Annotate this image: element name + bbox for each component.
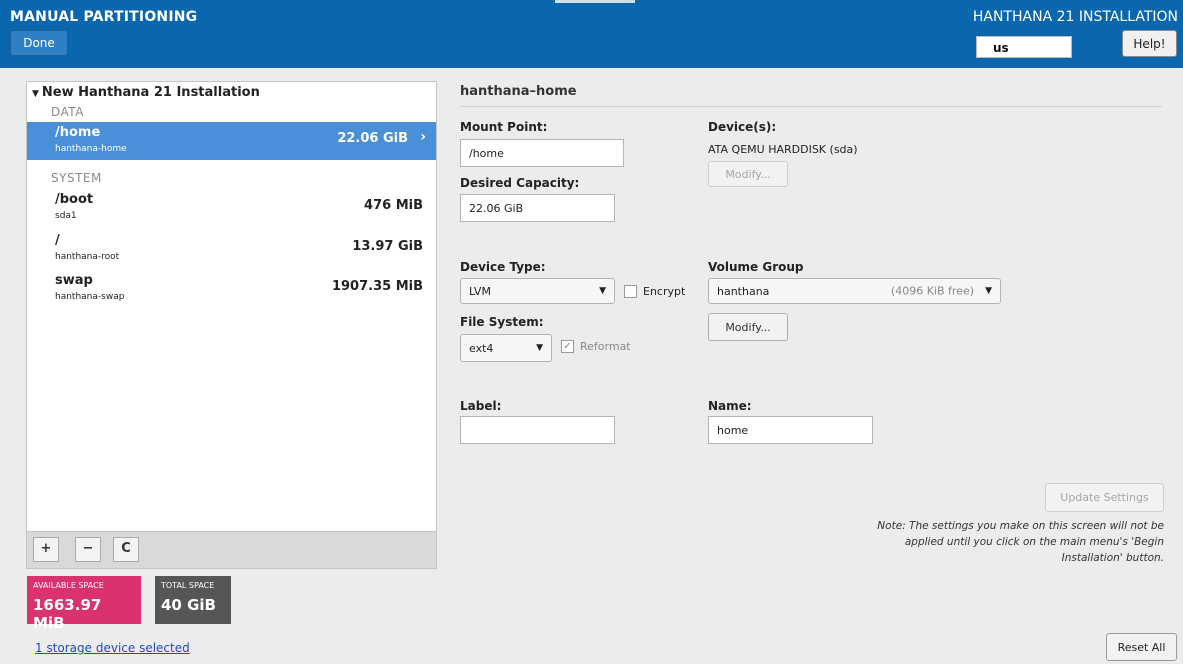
settings-note: Note: The settings you make on this scre… bbox=[877, 520, 1164, 564]
partition-toolbar: + − C bbox=[27, 531, 436, 568]
divider bbox=[460, 106, 1162, 107]
name-input[interactable]: home bbox=[708, 416, 873, 444]
group-label-system: SYSTEM bbox=[51, 171, 102, 185]
remove-partition-button[interactable]: − bbox=[75, 537, 101, 562]
reformat-label: Reformat bbox=[580, 340, 631, 353]
partition-mount: / bbox=[55, 233, 60, 248]
page-title: MANUAL PARTITIONING bbox=[10, 9, 198, 25]
add-partition-button[interactable]: + bbox=[33, 537, 59, 562]
selected-partition-title: hanthana–home bbox=[460, 84, 577, 99]
device-type-label: Device Type: bbox=[460, 260, 546, 274]
desired-capacity-input[interactable]: 22.06 GiB bbox=[460, 194, 615, 222]
partition-device: hanthana-root bbox=[55, 252, 120, 262]
mount-point-input[interactable]: /home bbox=[460, 139, 624, 167]
partition-row-swap[interactable]: swap hanthana-swap 1907.35 MiB bbox=[27, 270, 436, 308]
encrypt-label: Encrypt bbox=[643, 285, 686, 298]
file-system-select[interactable]: ext4 ▼ bbox=[460, 334, 552, 362]
refresh-button[interactable]: C bbox=[113, 537, 139, 562]
partition-row-root[interactable]: / hanthana-root 13.97 GiB bbox=[27, 230, 436, 268]
available-space-badge: AVAILABLE SPACE 1663.97 MiB bbox=[27, 576, 141, 632]
name-field-label: Name: bbox=[708, 399, 752, 413]
label-input[interactable] bbox=[460, 416, 615, 444]
device-modify-button[interactable]: Modify... bbox=[708, 161, 788, 187]
total-space-label: TOTAL SPACE bbox=[161, 581, 215, 590]
expander-icon[interactable]: ▼ bbox=[32, 89, 39, 99]
label-field-label: Label: bbox=[460, 399, 502, 413]
partition-size: 22.06 GiB bbox=[337, 131, 408, 146]
chevron-right-icon: › bbox=[420, 129, 426, 145]
mount-point-label: Mount Point: bbox=[460, 120, 548, 134]
group-label-data: DATA bbox=[51, 105, 84, 119]
partition-size: 13.97 GiB bbox=[352, 239, 423, 254]
encrypt-checkbox[interactable] bbox=[624, 285, 637, 298]
partition-device: sda1 bbox=[55, 211, 77, 221]
partition-row-boot[interactable]: /boot sda1 476 MiB bbox=[27, 189, 436, 227]
volume-group-label: Volume Group bbox=[708, 260, 804, 274]
total-space-badge: TOTAL SPACE 40 GiB bbox=[155, 576, 231, 624]
installation-title: New Hanthana 21 Installation bbox=[41, 85, 260, 100]
device-type-value: LVM bbox=[469, 284, 491, 298]
devices-label: Device(s): bbox=[708, 120, 777, 134]
done-button[interactable]: Done bbox=[10, 30, 68, 56]
reformat-checkbox[interactable]: ✓ bbox=[561, 340, 574, 353]
volume-group-value: hanthana bbox=[717, 284, 770, 298]
partition-row-home[interactable]: /home hanthana-home 22.06 GiB › bbox=[27, 122, 436, 160]
available-space-label: AVAILABLE SPACE bbox=[33, 581, 104, 590]
total-space-value: 40 GiB bbox=[161, 596, 216, 614]
dropdown-arrow-icon: ▼ bbox=[536, 343, 543, 353]
volume-group-free: (4096 KiB free) bbox=[890, 284, 974, 298]
help-button[interactable]: Help! bbox=[1122, 30, 1177, 57]
partition-size: 476 MiB bbox=[364, 198, 423, 213]
header-bar: MANUAL PARTITIONING Done HANTHANA 21 INS… bbox=[0, 0, 1183, 68]
partition-mount: /boot bbox=[55, 192, 94, 207]
installation-header[interactable]: ▼ New Hanthana 21 Installation bbox=[32, 85, 260, 100]
devices-value: ATA QEMU HARDDISK (sda) bbox=[708, 143, 858, 156]
partition-tree-panel: ▼ New Hanthana 21 Installation DATA /home… bbox=[26, 81, 437, 569]
dropdown-arrow-icon: ▼ bbox=[599, 286, 606, 296]
partition-device: hanthana-home bbox=[55, 144, 127, 154]
volume-group-select[interactable]: hanthana (4096 KiB free) ▼ bbox=[708, 278, 1001, 304]
partition-mount: /home bbox=[55, 125, 101, 140]
storage-device-link[interactable]: 1 storage device selected bbox=[35, 641, 190, 655]
volume-group-modify-button[interactable]: Modify... bbox=[708, 313, 788, 341]
installer-title: HANTHANA 21 INSTALLATION bbox=[972, 9, 1178, 25]
file-system-label: File System: bbox=[460, 315, 544, 329]
partition-device: hanthana-swap bbox=[55, 292, 125, 302]
keyboard-layout-indicator[interactable]: us bbox=[976, 36, 1072, 58]
partition-mount: swap bbox=[55, 273, 93, 288]
device-type-select[interactable]: LVM ▼ bbox=[460, 278, 615, 304]
desired-capacity-label: Desired Capacity: bbox=[460, 176, 580, 190]
available-space-value: 1663.97 MiB bbox=[33, 596, 102, 632]
partition-size: 1907.35 MiB bbox=[331, 279, 423, 294]
file-system-value: ext4 bbox=[469, 341, 494, 355]
header-notch bbox=[555, 0, 635, 3]
reset-all-button[interactable]: Reset All bbox=[1106, 633, 1177, 661]
dropdown-arrow-icon: ▼ bbox=[985, 286, 992, 296]
update-settings-button[interactable]: Update Settings bbox=[1045, 483, 1164, 512]
